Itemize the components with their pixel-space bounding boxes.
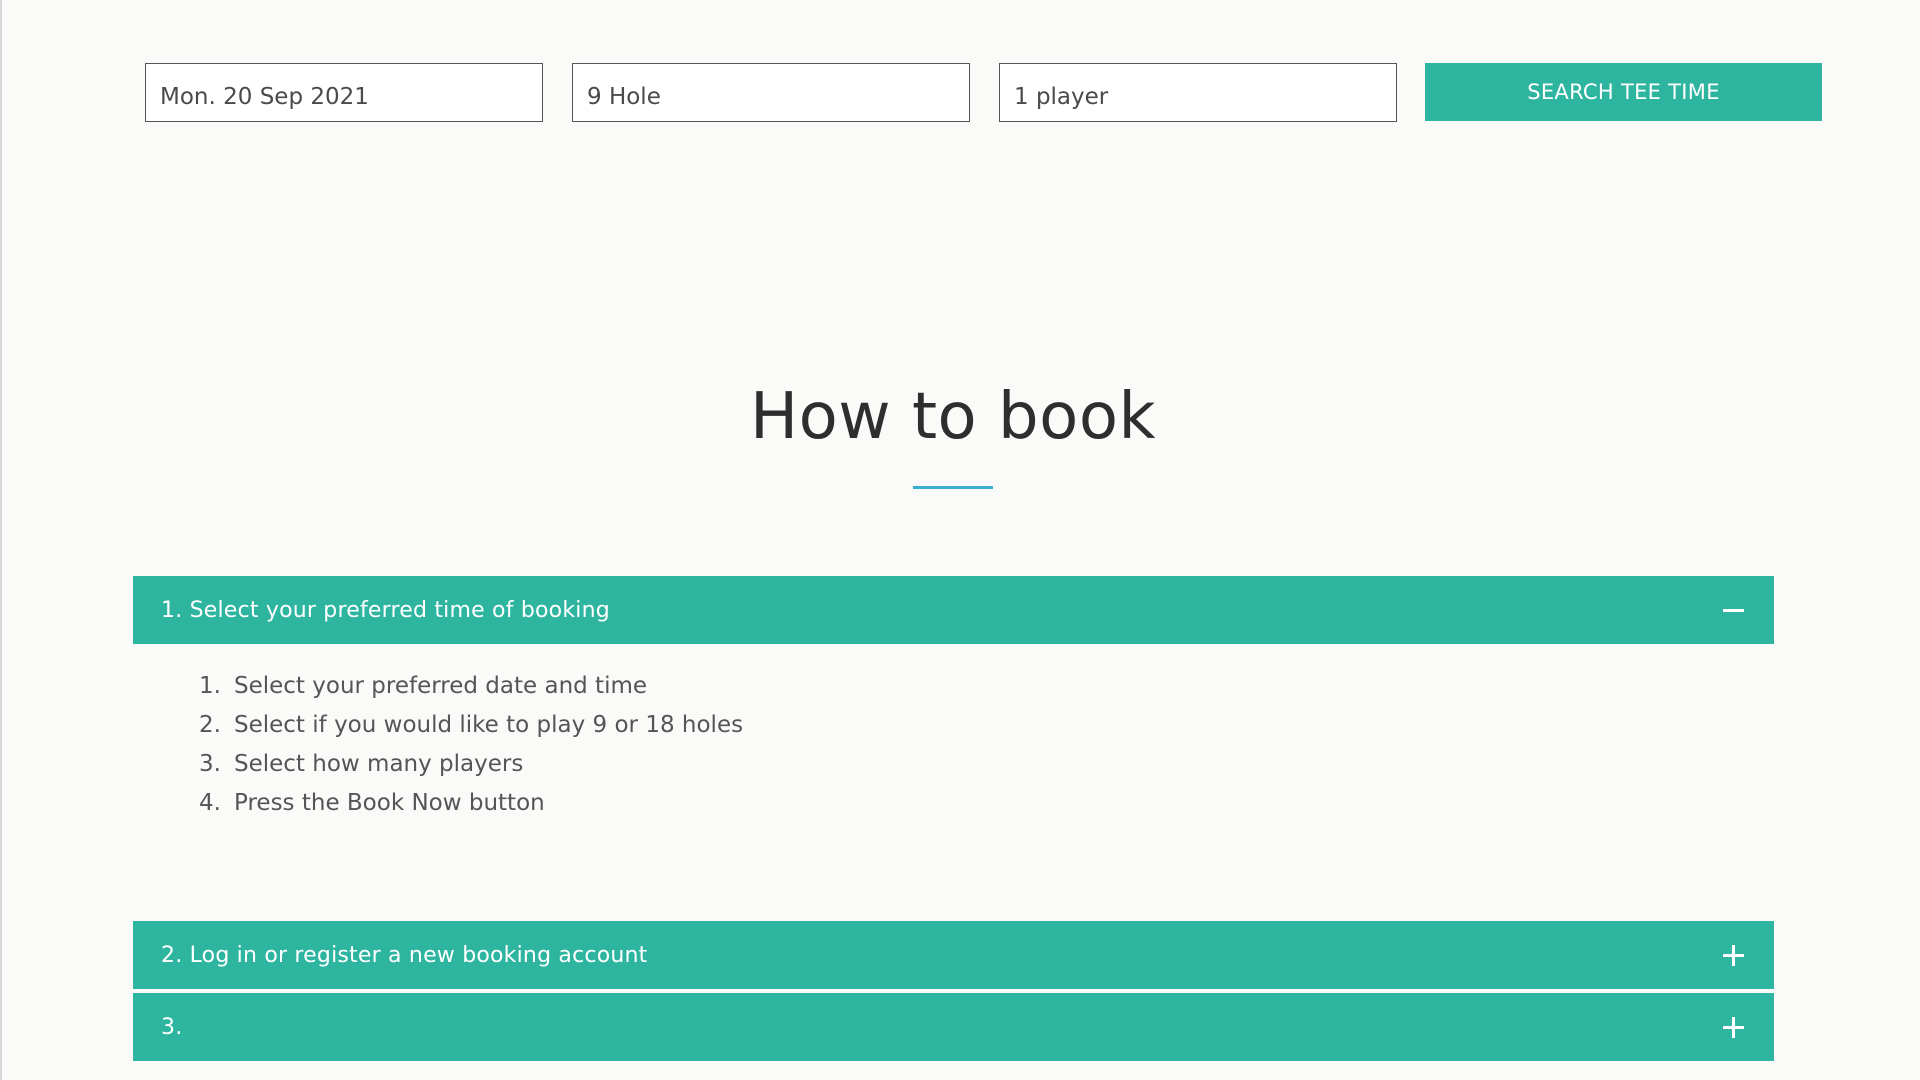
step-text: Select how many players <box>234 751 524 777</box>
step-text: Select if you would like to play 9 or 18… <box>234 712 744 738</box>
holes-field[interactable] <box>572 63 970 122</box>
accordion-header-1[interactable]: 1. Select your preferred time of booking <box>133 576 1774 644</box>
holes-input[interactable] <box>573 64 969 121</box>
step-number: 2. <box>199 712 221 738</box>
players-field[interactable] <box>999 63 1397 122</box>
step-number: 4. <box>199 790 221 816</box>
list-item: 2. Select if you would like to play 9 or… <box>183 706 743 745</box>
collapse-toggle[interactable] <box>1723 576 1744 644</box>
accordion-header-2[interactable]: 2. Log in or register a new booking acco… <box>133 921 1774 989</box>
expand-toggle[interactable] <box>1723 993 1744 1061</box>
accordion-label: 2. Log in or register a new booking acco… <box>161 942 648 968</box>
expand-toggle[interactable] <box>1723 921 1744 989</box>
list-item: 1. Select your preferred date and time <box>183 667 743 706</box>
accordion-label: 1. Select your preferred time of booking <box>161 597 610 623</box>
plus-icon <box>1723 1016 1744 1038</box>
list-item: 3. Select how many players <box>183 745 743 784</box>
date-field[interactable] <box>145 63 543 122</box>
date-input[interactable] <box>146 64 542 121</box>
step-text: Select your preferred date and time <box>234 673 648 699</box>
accordion-header-3[interactable]: 3. <box>133 993 1774 1061</box>
list-item: 4. Press the Book Now button <box>183 784 743 823</box>
players-input[interactable] <box>1000 64 1396 121</box>
tee-time-search-bar: SEARCH TEE TIME <box>145 63 1823 122</box>
accordion-label: 3. <box>161 1014 183 1040</box>
search-tee-time-button[interactable]: SEARCH TEE TIME <box>1425 63 1822 121</box>
plus-icon <box>1723 944 1744 966</box>
minus-icon <box>1723 608 1744 612</box>
step-number: 3. <box>199 751 221 777</box>
page-title: How to book <box>749 380 1157 454</box>
title-underline <box>913 486 993 489</box>
page-left-border <box>0 0 2 1080</box>
step-text: Press the Book Now button <box>234 790 545 816</box>
booking-steps-list: 1. Select your preferred date and time 2… <box>183 667 743 823</box>
step-number: 1. <box>199 673 221 699</box>
